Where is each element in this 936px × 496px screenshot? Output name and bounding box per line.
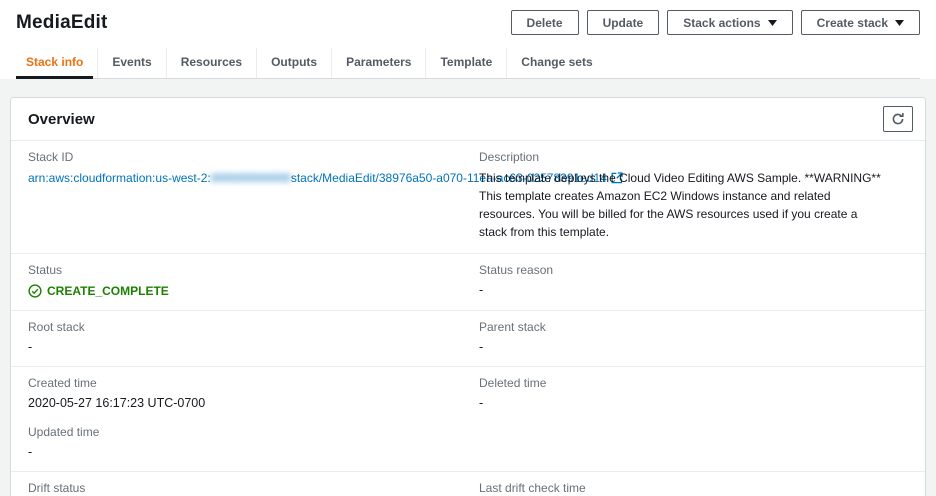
updated-time-value: - xyxy=(28,445,33,459)
status-success-icon xyxy=(28,284,42,298)
status-reason-value: - xyxy=(479,283,484,297)
status-value: CREATE_COMPLETE xyxy=(47,284,169,298)
create-stack-button-label: Create stack xyxy=(816,15,888,30)
stack-arn-redacted: 000000000000 xyxy=(210,171,291,185)
tab-stack-info[interactable]: Stack info xyxy=(16,48,97,79)
status-reason-label: Status reason xyxy=(479,263,554,277)
delete-button[interactable]: Delete xyxy=(510,10,579,35)
overview-panel: Overview Stack ID arn:aws:cloudformation… xyxy=(10,97,926,496)
overview-row-drift: Drift status NOT_CHECKED Last drift chec… xyxy=(11,472,925,496)
stack-actions-button-label: Stack actions xyxy=(683,15,761,30)
caret-down-icon xyxy=(767,19,777,26)
refresh-button[interactable] xyxy=(883,106,913,132)
delete-button-label: Delete xyxy=(526,15,563,30)
overview-row-root-stack: Root stack - Parent stack - xyxy=(11,311,925,367)
stack-tabs: Stack info Events Resources Outputs Para… xyxy=(16,48,920,79)
updated-time-label: Updated time xyxy=(28,425,100,439)
tab-events[interactable]: Events xyxy=(97,48,165,78)
tab-template[interactable]: Template xyxy=(425,48,506,78)
tab-outputs[interactable]: Outputs xyxy=(256,48,331,78)
create-stack-button[interactable]: Create stack xyxy=(800,10,920,35)
description-label: Description xyxy=(479,150,540,164)
tab-change-sets[interactable]: Change sets xyxy=(506,48,606,78)
refresh-icon xyxy=(891,112,905,126)
stack-id-value: arn:aws:cloudformation:us-west-2:0000000… xyxy=(28,171,623,185)
parent-stack-value: - xyxy=(479,340,484,354)
status-label: Status xyxy=(28,263,63,277)
description-value: This template deploys the Cloud Video Ed… xyxy=(479,171,881,239)
page-title: MediaEdit xyxy=(16,11,108,33)
overview-row-status: Status CREATE_COMPLETE Status reason - xyxy=(11,254,925,311)
root-stack-value: - xyxy=(28,340,33,354)
parent-stack-label: Parent stack xyxy=(479,320,546,334)
drift-status-label: Drift status xyxy=(28,481,86,495)
overview-row-times: Created time 2020-05-27 16:17:23 UTC-070… xyxy=(11,367,925,472)
deleted-time-value: - xyxy=(479,396,484,410)
last-drift-check-label: Last drift check time xyxy=(479,481,586,495)
caret-down-icon xyxy=(895,19,904,26)
stack-actions-button[interactable]: Stack actions xyxy=(667,10,793,35)
overview-title: Overview xyxy=(28,110,95,128)
page-header: MediaEdit Delete Update Stack actions Cr… xyxy=(0,0,936,79)
main-content: Overview Stack ID arn:aws:cloudformation… xyxy=(0,79,936,496)
overview-row-stack-id: Stack ID arn:aws:cloudformation:us-west-… xyxy=(11,141,925,254)
created-time-value: 2020-05-27 16:17:23 UTC-0700 xyxy=(28,396,206,410)
created-time-label: Created time xyxy=(28,376,97,390)
update-button[interactable]: Update xyxy=(586,10,660,35)
tab-parameters[interactable]: Parameters xyxy=(331,48,425,78)
tab-resources[interactable]: Resources xyxy=(165,48,256,78)
update-button-label: Update xyxy=(602,15,644,30)
root-stack-label: Root stack xyxy=(28,320,85,334)
stack-id-label: Stack ID xyxy=(28,150,74,164)
stack-action-buttons: Delete Update Stack actions Create stack xyxy=(510,10,920,35)
deleted-time-label: Deleted time xyxy=(479,376,547,390)
